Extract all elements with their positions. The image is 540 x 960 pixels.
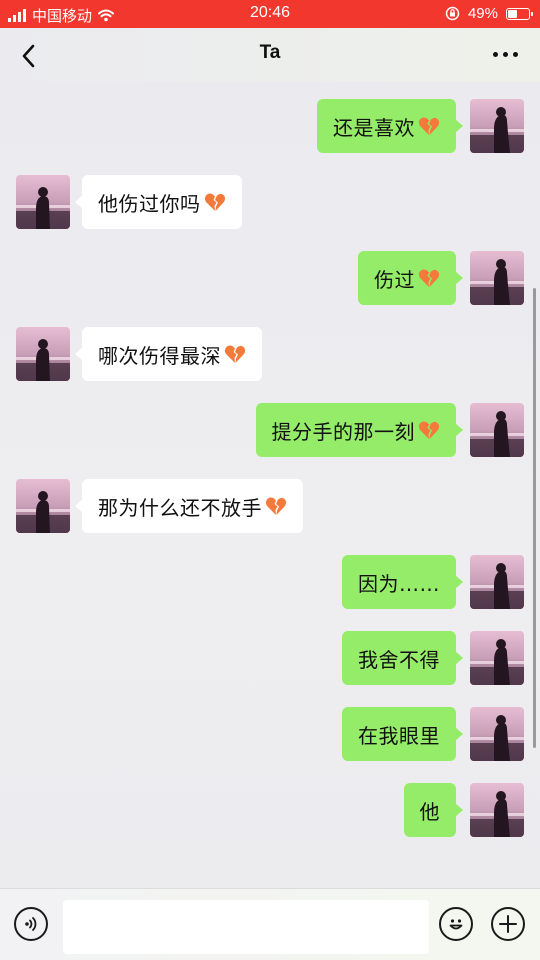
my-avatar[interactable] (470, 707, 524, 761)
message-incoming: 哪次伤得最深 (0, 327, 540, 403)
message-bubble[interactable]: 他 (403, 783, 463, 837)
my-avatar[interactable] (470, 99, 524, 153)
emoji-button[interactable] (439, 907, 473, 941)
chat-title: Ta (259, 42, 281, 63)
message-bubble[interactable]: 哪次伤得最深 (75, 327, 262, 381)
message-bubble[interactable]: 伤过 (358, 251, 463, 305)
message-incoming: 那现在呢 (0, 82, 540, 99)
message-text: 他 (419, 799, 440, 824)
chat-area[interactable]: 那现在呢 还是喜欢 (0, 82, 540, 888)
message-outgoing: 我舍不得 (0, 631, 540, 707)
contact-avatar[interactable] (16, 327, 70, 381)
my-avatar[interactable] (470, 783, 524, 837)
broken-heart-icon (204, 193, 225, 211)
message-bubble[interactable]: 他伤过你吗 (75, 175, 242, 229)
message-text: 我舍不得 (358, 647, 440, 672)
battery-icon (506, 7, 533, 20)
status-bar: 中国移动 20:46 49% (0, 0, 540, 28)
message-outgoing: 因为…… (0, 555, 540, 631)
message-bubble[interactable]: 还是喜欢 (317, 99, 463, 153)
broken-heart-icon (418, 117, 440, 135)
message-bubble[interactable]: 提分手的那一刻 (255, 403, 463, 457)
more-dots-icon[interactable] (493, 52, 518, 57)
battery-fill (508, 9, 517, 18)
nav-bar: Ta (0, 28, 540, 82)
message-text: 提分手的那一刻 (271, 419, 415, 444)
contact-avatar[interactable] (16, 479, 70, 533)
emoji-face-icon (449, 919, 463, 930)
plus-icon (499, 915, 517, 933)
message-list: 那现在呢 还是喜欢 (0, 82, 540, 859)
my-avatar[interactable] (470, 555, 524, 609)
my-avatar[interactable] (470, 251, 524, 305)
battery-percent: 49% (467, 5, 498, 22)
my-avatar[interactable] (470, 403, 524, 457)
message-bubble[interactable]: 我舍不得 (342, 631, 463, 685)
message-text: 在我眼里 (358, 723, 440, 748)
scrollbar[interactable] (533, 288, 536, 748)
orientation-lock-icon (445, 6, 460, 21)
message-incoming: 他伤过你吗 (0, 175, 540, 251)
message-text: 哪次伤得最深 (98, 343, 221, 368)
message-text: 伤过 (374, 267, 415, 292)
my-avatar[interactable] (470, 631, 524, 685)
message-outgoing: 在我眼里 (0, 707, 540, 783)
broken-heart-icon (418, 269, 440, 287)
voice-icon (25, 917, 37, 931)
message-text: 那为什么还不放手 (98, 495, 262, 520)
message-text: 还是喜欢 (333, 115, 415, 140)
message-bubble[interactable]: 那为什么还不放手 (75, 479, 303, 533)
contact-avatar[interactable] (16, 175, 70, 229)
broken-heart-icon (224, 345, 246, 363)
message-outgoing: 他 (0, 783, 540, 859)
message-text: 他伤过你吗 (98, 191, 201, 216)
broken-heart-icon (265, 497, 287, 515)
input-bar (0, 888, 540, 960)
message-text: 因为…… (358, 571, 440, 596)
status-right: 49% (445, 5, 533, 22)
voice-button[interactable] (14, 907, 48, 941)
message-outgoing: 提分手的那一刻 (0, 403, 540, 479)
message-bubble[interactable]: 在我眼里 (342, 707, 463, 761)
message-input[interactable] (63, 900, 429, 954)
message-outgoing: 伤过 (0, 251, 540, 327)
message-incoming: 那为什么还不放手 (0, 479, 540, 555)
broken-heart-icon (418, 421, 440, 439)
message-bubble[interactable]: 因为…… (342, 555, 463, 609)
message-outgoing: 还是喜欢 (0, 99, 540, 175)
plus-button[interactable] (491, 907, 525, 941)
